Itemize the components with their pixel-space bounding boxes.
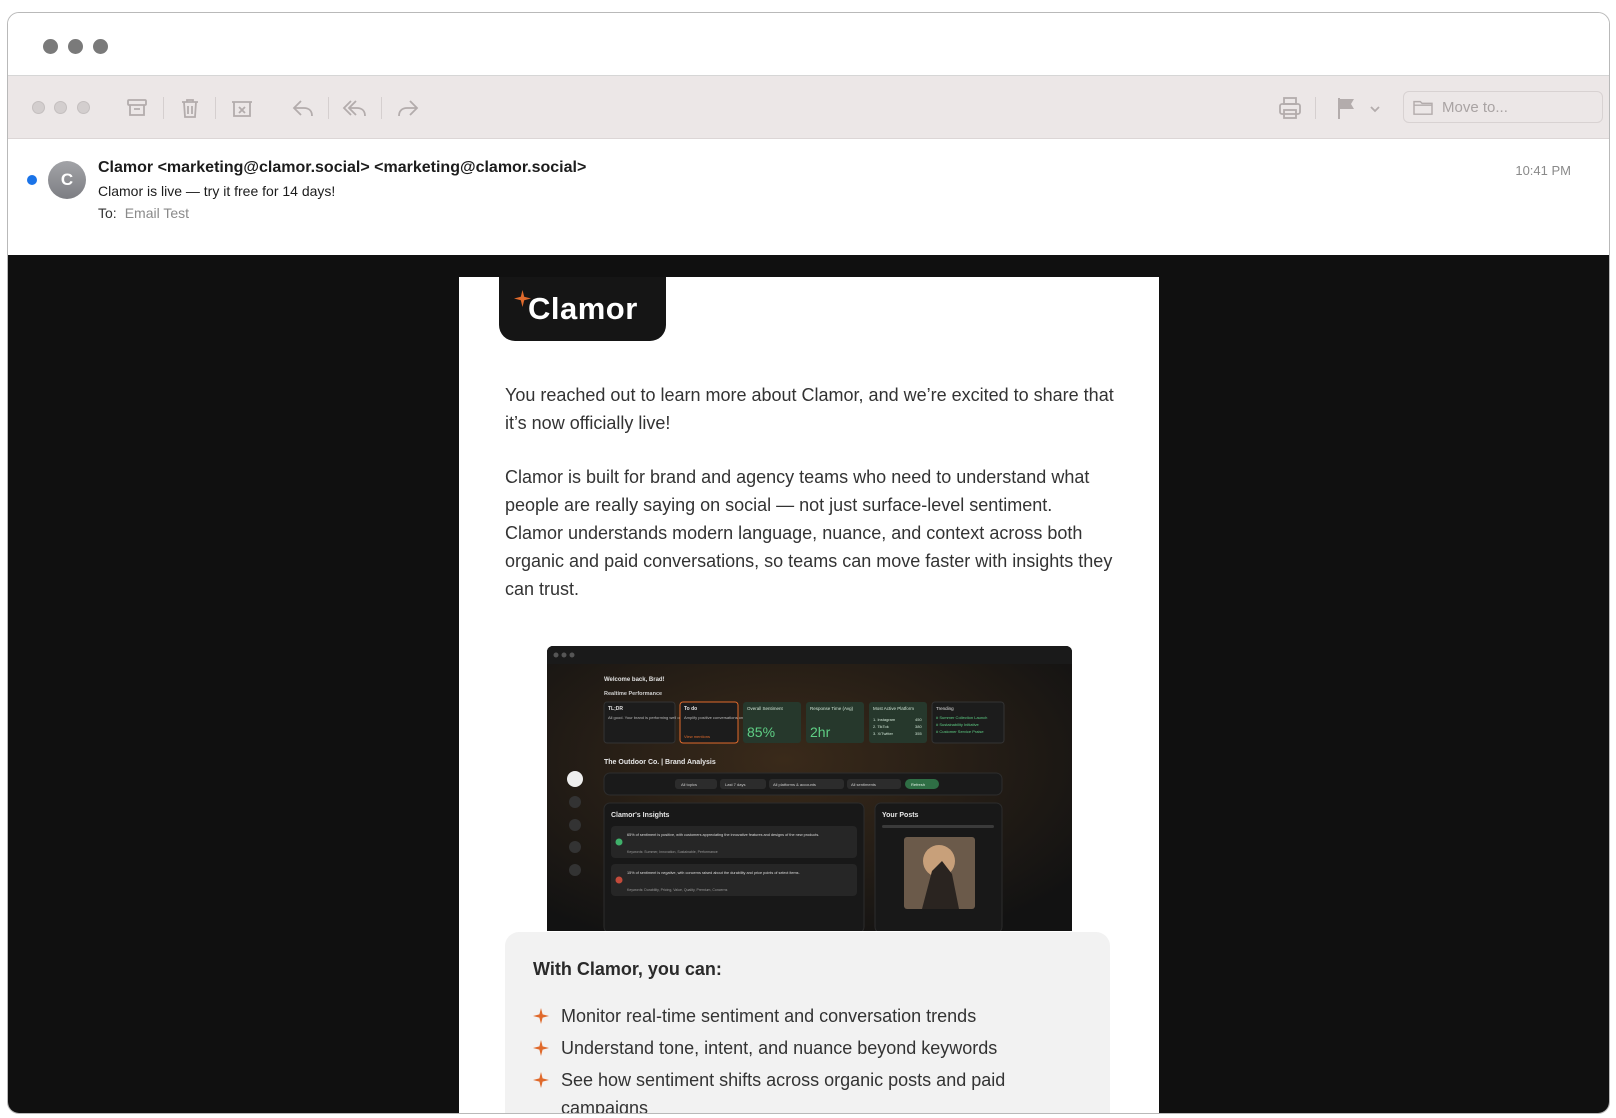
window-close-button[interactable] [43,39,58,54]
platform-3: 3. X/Twitter [873,731,894,736]
sparkle-bullet-icon [533,1040,549,1056]
platform-count-2: 380 [915,724,922,729]
toolbar-separator [1315,97,1316,119]
toolbar-separator [328,97,329,119]
recipient-line: To: Email Test [98,205,189,221]
posts-title: Your Posts [882,812,919,819]
insight-positive-keywords: Keywords: Summer, Innovation, Sustainabl… [627,850,718,854]
platform-count-1: 450 [915,717,922,722]
intro-paragraph: You reached out to learn more about Clam… [505,385,1114,433]
trending-label: Trending [936,706,954,711]
toolbar-separator [381,97,382,119]
print-icon[interactable] [1276,94,1304,122]
dashboard-window-dot [553,652,559,658]
positive-dot [615,838,623,846]
avatar: C [48,161,86,199]
dashboard-window-dot [561,652,567,658]
move-to-button[interactable]: Move to... [1403,91,1603,123]
toolbar-close-dot[interactable] [32,101,45,114]
feature-item: See how sentiment shifts across organic … [533,1066,1033,1114]
insight-positive-text: 65% of sentiment is positive, with custo… [627,833,819,837]
filter-sentiments: All sentiments [851,782,876,787]
dashboard-realtime-label: Realtime Performance [604,691,662,697]
insight-negative-keywords: Keywords: Durability, Pricing, Value, Qu… [627,888,728,892]
tldr-title: TL;DR [608,706,623,712]
dashboard-settings-icon [569,864,581,876]
filter-platforms: All platforms & accounts [773,782,816,787]
todo-title: To do [684,706,697,712]
trash-icon[interactable] [176,94,204,122]
to-label: To: [98,205,117,221]
trending-item-2: # Sustainability Initiative [936,722,979,727]
dashboard-screenshot: Welcome back, Brad! Realtime Performance… [547,646,1072,931]
filter-topics: All topics [681,782,697,787]
posts-tabs [882,825,994,828]
subject: Clamor is live — try it free for 14 days… [98,183,336,199]
response-value: 2hr [810,724,831,740]
features-title: With Clamor, you can: [533,959,722,979]
toolbar-zoom-dot[interactable] [77,101,90,114]
window-zoom-button[interactable] [93,39,108,54]
platform-label: Most Active Platform [873,706,914,711]
toolbar-separator [163,97,164,119]
chevron-down-icon[interactable] [1368,94,1382,122]
logo-text: Clamor [528,291,638,326]
junk-icon[interactable] [228,94,256,122]
dashboard-nav-icon [569,796,581,808]
reply-icon[interactable] [289,94,317,122]
timestamp: 10:41 PM [1515,163,1571,178]
feature-item: Understand tone, intent, and nuance beyo… [533,1034,1093,1062]
reply-all-icon[interactable] [341,94,369,122]
dashboard-home-icon [567,771,583,787]
features-box: With Clamor, you can: Monitor real-time … [505,932,1110,1114]
message-body: Clamor You reached out to learn more abo… [8,255,1609,1113]
sender[interactable]: Clamor <marketing@clamor.social> <market… [98,159,586,177]
toolbar: Move to... [8,76,1609,139]
email-card: Clamor You reached out to learn more abo… [459,277,1159,1114]
trending-item-3: # Customer Service Praise [936,729,984,734]
feature-text: Monitor real-time sentiment and conversa… [561,1006,977,1026]
platform-1: 1. Instagram [873,717,896,722]
response-label: Response Time (Avg) [810,706,854,711]
dashboard-welcome: Welcome back, Brad! [604,677,665,683]
title-bar [8,13,1609,76]
move-to-label: Move to... [1442,99,1508,116]
folder-icon [1413,100,1433,115]
platform-2: 2. TikTok [873,724,889,729]
toolbar-minimize-dot[interactable] [54,101,67,114]
window-minimize-button[interactable] [68,39,83,54]
dashboard-share-icon [569,819,581,831]
insights-title: Clamor's Insights [611,812,670,819]
flag-icon[interactable] [1332,94,1360,122]
sentiment-label: Overall Sentiment [747,706,784,711]
sparkle-bullet-icon [533,1008,549,1024]
forward-icon[interactable] [394,94,422,122]
dashboard-nav-icon [569,841,581,853]
brand-analysis-title: The Outdoor Co. | Brand Analysis [604,759,716,766]
mail-window: Move to... C Clamor <marketing@clamor.so… [7,12,1610,1114]
sparkle-bullet-icon [533,1072,549,1088]
feature-text: Understand tone, intent, and nuance beyo… [561,1038,998,1058]
clamor-logo[interactable]: Clamor [499,277,666,341]
feature-item: Monitor real-time sentiment and conversa… [533,1002,1093,1030]
sentiment-value: 85% [747,724,775,740]
archive-icon[interactable] [123,94,151,122]
message-header: C Clamor <marketing@clamor.social> <mark… [8,139,1609,255]
toolbar-separator [215,97,216,119]
refresh-label: Refresh [911,782,925,787]
description-paragraph: Clamor is built for brand and agency tea… [505,467,1113,599]
feature-text: See how sentiment shifts across organic … [561,1070,1006,1114]
to-value[interactable]: Email Test [125,205,189,221]
negative-dot [615,876,623,884]
filter-dates: Last 7 days [725,782,745,787]
insight-negative-text: 15% of sentiment is negative, with conce… [627,871,800,875]
unread-indicator [27,175,37,185]
dashboard-window-dot [569,652,575,658]
todo-link: View mentions [684,734,710,739]
dashboard-titlebar [547,646,1072,664]
trending-item-1: # Summer Collection Launch [936,715,987,720]
platform-count-3: 355 [915,731,922,736]
